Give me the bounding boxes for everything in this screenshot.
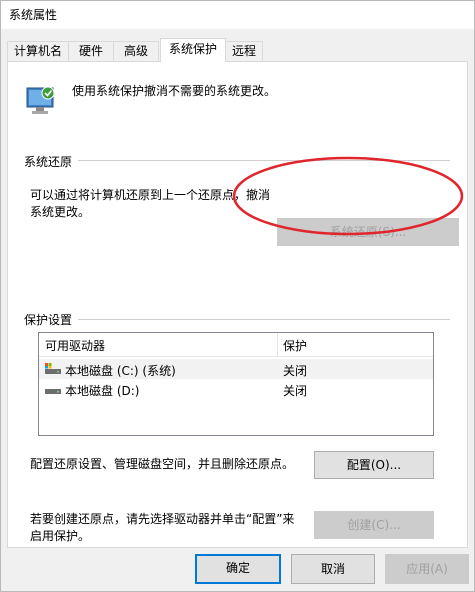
restore-divider [78,160,450,161]
create-description: 若要创建还原点，请先选择驱动器并单击“配置”来 启用保护。 [30,511,294,545]
drive-row-d[interactable]: 本地磁盘 (D:) 关闭 [39,379,433,399]
column-divider[interactable] [277,333,278,357]
drive-name-c: 本地磁盘 (C:) (系统) [65,364,176,378]
tab-advanced[interactable]: 高级 [113,41,159,61]
system-properties-window: 系统属性 计算机名 硬件 高级 系统保护 远程 使用系统保护撤消不需要的系统更改… [0,0,475,592]
computer-shield-icon [26,86,55,114]
protection-section-label: 保护设置 [24,311,77,328]
drive-status-c: 关闭 [283,364,308,378]
dialog-body: 计算机名 硬件 高级 系统保护 远程 使用系统保护撤消不需要的系统更改。 系统还… [1,29,474,591]
protection-description: 使用系统保护撤消不需要的系统更改。 [72,84,277,98]
restore-text-line1: 可以通过将计算机还原到上一个还原点，撤消 [30,188,271,202]
system-restore-button[interactable]: 系统还原(S)... [277,218,459,246]
drive-list-header: 可用驱动器 保护 [39,333,433,357]
cancel-button[interactable]: 取消 [291,554,375,584]
system-drive-icon [45,363,61,374]
restore-description: 可以通过将计算机还原到上一个还原点，撤消 系统更改。 [30,187,270,221]
window-title: 系统属性 [9,8,58,22]
create-button[interactable]: 创建(C)... [314,511,434,539]
drive-row-c[interactable]: 本地磁盘 (C:) (系统) 关闭 [39,359,433,379]
drive-icon [45,389,61,394]
restore-section-label: 系统还原 [24,153,77,170]
tab-hardware[interactable]: 硬件 [68,41,114,61]
tab-remote[interactable]: 远程 [225,41,263,61]
drive-status-d: 关闭 [283,384,308,398]
configure-description: 配置还原设置、管理磁盘空间，并且删除还原点。 [30,457,295,471]
protection-divider [78,319,450,320]
configure-button[interactable]: 配置(O)... [314,451,434,479]
tab-system-protection[interactable]: 系统保护 [160,38,226,62]
drive-name-d: 本地磁盘 (D:) [65,384,140,398]
create-text-line2: 启用保护。 [30,529,91,543]
column-protection[interactable]: 保护 [283,337,307,354]
tab-computer-name[interactable]: 计算机名 [7,41,69,61]
title-bar[interactable]: 系统属性 [1,1,474,29]
column-available-drives[interactable]: 可用驱动器 [45,337,105,354]
system-protection-panel: 使用系统保护撤消不需要的系统更改。 系统还原 可以通过将计算机还原到上一个还原点… [7,61,468,548]
ok-button[interactable]: 确定 [195,554,281,584]
restore-text-line2: 系统更改。 [30,205,91,219]
apply-button[interactable]: 应用(A) [385,554,469,584]
create-text-line1: 若要创建还原点，请先选择驱动器并单击“配置”来 [30,512,295,526]
drive-list[interactable]: 可用驱动器 保护 本地磁盘 (C:) (系统) 关闭 本地磁盘 (D:) 关闭 [38,332,434,436]
